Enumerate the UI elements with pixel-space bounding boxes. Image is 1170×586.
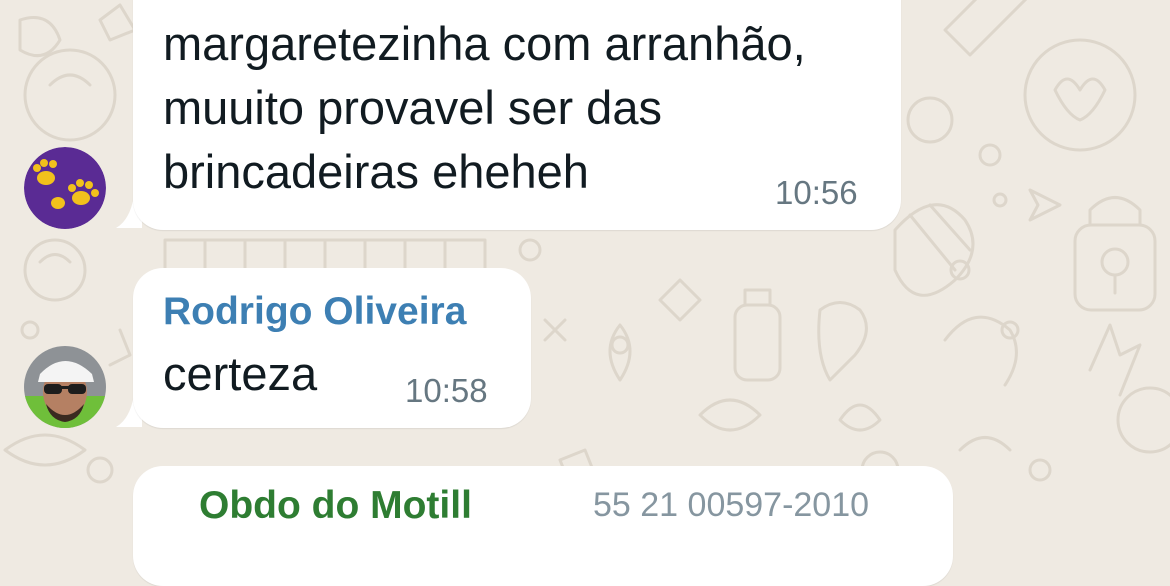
message-bubble[interactable]: Obdo do Motill 55 21 00597-2010 bbox=[133, 466, 953, 586]
message-bubble[interactable]: Rodrigo Oliveira certeza 10:58 bbox=[133, 268, 531, 428]
paw-print-avatar[interactable] bbox=[24, 147, 106, 229]
sender-phone: 55 21 00597-2010 bbox=[593, 486, 870, 524]
message-text: certeza bbox=[163, 347, 318, 400]
message-time: 10:56 bbox=[775, 174, 858, 211]
sender-name[interactable]: Rodrigo Oliveira bbox=[163, 290, 466, 334]
message-bubble[interactable]: margaretezinha com arranhão, muuito prov… bbox=[133, 0, 901, 230]
sender-name[interactable]: Obdo do Motill bbox=[199, 484, 472, 528]
message-time: 10:58 bbox=[405, 372, 488, 409]
man-sunglasses-photo-avatar[interactable] bbox=[24, 346, 106, 428]
